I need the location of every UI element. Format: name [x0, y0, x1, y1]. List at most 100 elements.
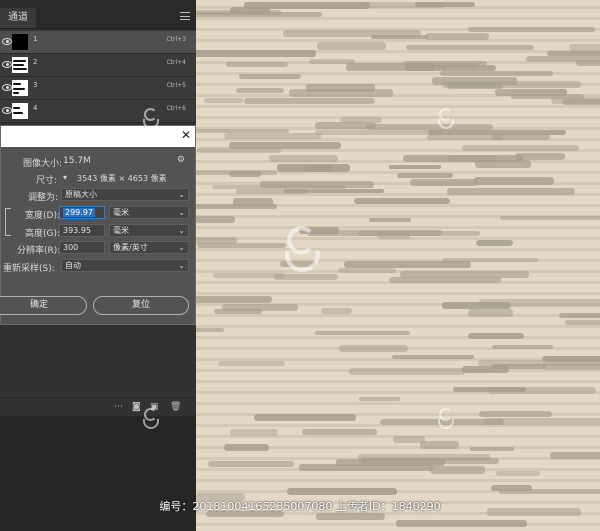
height-value: 393.95 [63, 226, 91, 235]
channel-name: 2 [33, 58, 38, 66]
trash-icon[interactable]: 🗑 [170, 402, 181, 412]
chevron-down-icon: ⌄ [178, 226, 185, 235]
eye-icon[interactable] [2, 38, 12, 45]
brush-stroke [229, 171, 261, 177]
brush-stroke [197, 147, 281, 153]
brush-stroke [213, 273, 285, 278]
brush-stroke [550, 452, 600, 459]
load-selection-icon[interactable]: ⋯ [114, 402, 123, 412]
fit-to-select[interactable]: 原稿大小 ⌄ [61, 188, 189, 201]
reset-button[interactable]: 复位 [93, 296, 189, 315]
brush-stroke [432, 77, 517, 85]
resolution-input[interactable]: 300 [59, 241, 105, 254]
brush-stroke [397, 173, 453, 178]
brush-stroke [492, 345, 553, 349]
brush-stroke [244, 98, 375, 104]
brush-stroke [359, 397, 400, 401]
brush-stroke [226, 62, 288, 67]
brush-stroke [389, 165, 441, 169]
channel-shortcut: Ctrl+4 [166, 59, 186, 66]
tab-channels[interactable]: 通道 [0, 8, 36, 28]
eye-icon[interactable] [2, 84, 12, 91]
texture-stripe [196, 248, 600, 251]
channel-row[interactable]: 4 Ctrl+6 [0, 100, 196, 123]
panel-tab-bar: 通道 [0, 0, 196, 29]
watermark-logo-icon [436, 406, 454, 430]
watermark-logo-icon [141, 106, 159, 130]
brush-stroke [468, 309, 513, 317]
brush-stroke [254, 414, 356, 421]
dimensions-dropdown[interactable]: ▾ [63, 173, 67, 182]
brush-stroke [230, 429, 278, 436]
resolution-unit-select[interactable]: 像素/英寸 ⌄ [109, 241, 189, 254]
eye-icon[interactable] [2, 107, 12, 114]
texture-stripe [196, 402, 600, 405]
brush-stroke [447, 188, 575, 195]
brush-stroke [306, 84, 375, 92]
brush-stroke [236, 189, 308, 194]
texture-stripe [196, 380, 600, 383]
channel-shortcut: Ctrl+5 [166, 82, 186, 89]
width-input[interactable]: 299.97 [59, 206, 105, 219]
document-canvas[interactable] [196, 0, 600, 531]
width-unit: 毫米 [113, 208, 129, 217]
resolution-label: 分辨率(R): [17, 246, 61, 256]
brush-stroke [315, 331, 410, 335]
channel-thumbnail [12, 57, 28, 73]
ok-button[interactable]: 确定 [0, 296, 87, 315]
channel-name: 3 [33, 81, 38, 89]
brush-stroke [500, 216, 600, 220]
image-size-label: 图像大小: [23, 159, 63, 169]
brush-stroke [468, 27, 595, 32]
brush-stroke [315, 122, 376, 129]
brush-stroke [488, 387, 596, 394]
height-input[interactable]: 393.95 [59, 224, 105, 237]
eye-icon[interactable] [2, 61, 12, 68]
fit-to-label: 调整为: [28, 193, 59, 203]
brush-stroke [425, 33, 489, 40]
resample-select[interactable]: 自动 ⌄ [61, 259, 189, 272]
brush-stroke [420, 441, 459, 449]
brush-stroke [349, 368, 465, 375]
brush-stroke [427, 63, 479, 68]
channel-row[interactable]: 1 Ctrl+3 [0, 31, 196, 54]
brush-stroke [547, 51, 600, 56]
channel-row[interactable]: 3 Ctrl+5 [0, 77, 196, 100]
brush-stroke [495, 89, 567, 96]
width-label: 宽度(D): [25, 211, 60, 221]
brush-stroke [196, 328, 224, 332]
constrain-link-icon[interactable] [5, 208, 11, 236]
gear-icon[interactable]: ⚙ [177, 155, 185, 165]
brush-stroke [260, 181, 374, 188]
footer-caption: 编号：20181004165235007080 上传者ID：1840290 [159, 500, 441, 513]
width-unit-select[interactable]: 毫米 ⌄ [109, 206, 189, 219]
brush-stroke [430, 466, 485, 474]
dimensions-label: 尺寸: [36, 176, 58, 186]
brush-stroke [406, 45, 534, 50]
brush-stroke [339, 345, 408, 352]
brush-stroke [476, 240, 513, 246]
chevron-down-icon: ⌄ [178, 208, 185, 217]
height-label: 高度(G): [25, 229, 61, 239]
brush-stroke [302, 429, 377, 435]
texture-stripe [196, 17, 600, 20]
brush-stroke [354, 198, 450, 204]
brush-stroke [442, 302, 511, 309]
save-selection-icon[interactable]: ◙ [132, 402, 141, 412]
brush-stroke [410, 179, 478, 186]
texture-stripe [196, 105, 600, 108]
brush-stroke [377, 233, 410, 239]
channel-shortcut: Ctrl+6 [166, 105, 186, 112]
brush-stroke [559, 313, 600, 318]
channel-row[interactable]: 2 Ctrl+4 [0, 54, 196, 77]
brush-stroke [338, 268, 396, 273]
chevron-down-icon: ⌄ [178, 261, 185, 270]
height-unit-select[interactable]: 毫米 ⌄ [109, 224, 189, 237]
brush-stroke [233, 198, 273, 206]
channel-name: 4 [33, 104, 38, 112]
channels-panel: 通道 1 Ctrl+3 2 Ctrl+4 3 Ctrl+5 4 Ctrl+6 ✕ [0, 0, 196, 531]
brush-stroke [443, 258, 538, 262]
channel-thumbnail [12, 80, 28, 96]
panel-menu-icon[interactable] [180, 12, 190, 20]
close-icon[interactable]: ✕ [181, 128, 191, 142]
